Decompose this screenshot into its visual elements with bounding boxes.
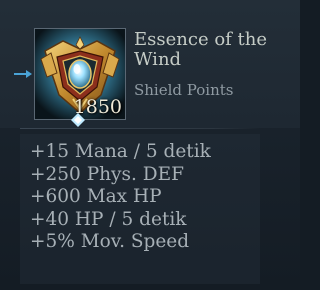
divider [20,128,260,129]
stats-list: +15 Mana / 5 detik +250 Phys. DEF +600 M… [30,141,211,254]
item-name: Essence of the Wind [134,29,268,70]
diamond-gem-icon [71,113,85,127]
item-icon-frame[interactable]: 1850 [34,28,126,120]
stat-mana-regen: +15 Mana / 5 detik [30,141,211,162]
item-type-label: Shield Points [134,81,234,99]
stat-hp-regen: +40 HP / 5 detik [30,208,187,230]
stat-phys-def: +250 Phys. DEF [30,163,184,185]
stat-max-hp: +600 Max HP [30,186,162,207]
stat-move-speed: +5% Mov. Speed [30,231,190,252]
selection-arrow-icon [14,70,32,78]
item-tooltip: 1850 Essence of the Wind Shield Points +… [0,0,300,290]
